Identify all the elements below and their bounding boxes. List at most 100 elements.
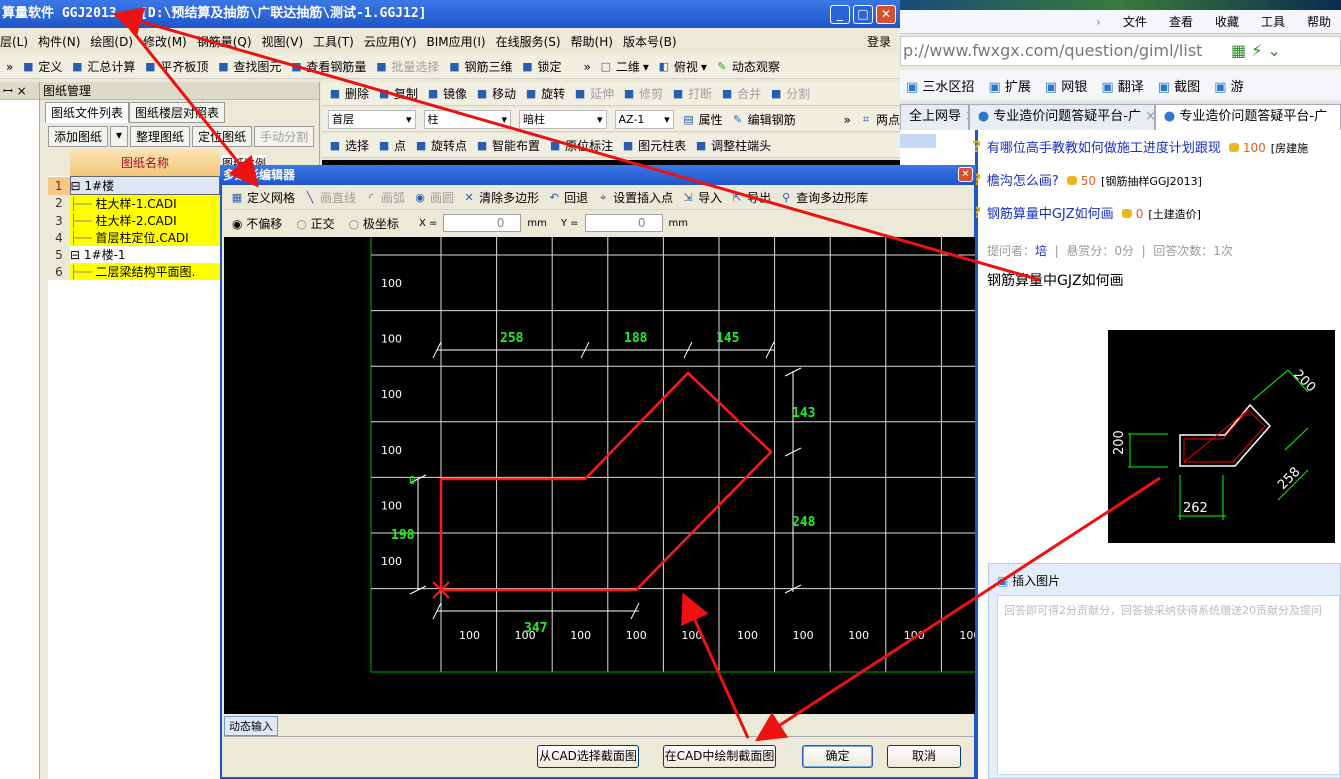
bookmark-item[interactable]: ▣ 扩展 [988, 76, 1030, 95]
menu-item[interactable]: 在线服务(S) [496, 33, 561, 50]
polygon-canvas[interactable]: 100 100 100 100 100 100 100 100 100 100 100 100 100 1… [224, 237, 975, 714]
menu-item[interactable]: 视图(V) [262, 33, 304, 50]
toolbar-button[interactable]: ■ 延伸 [573, 85, 614, 102]
toolbar-button[interactable]: ■ 旋转点 [414, 137, 467, 154]
two-points-button[interactable]: ⌗ 两点 [859, 111, 900, 128]
tool-undo-button[interactable]: ↶ 回退 [547, 189, 588, 206]
dialog-close-button[interactable]: ✕ [958, 167, 973, 182]
toolbar-button[interactable]: ■ 点 [377, 137, 406, 154]
toolbar-button[interactable]: ■ 旋转 [524, 85, 565, 102]
manual-split-button[interactable]: 手动分割 [254, 126, 315, 147]
close-tab-icon[interactable]: × [1141, 109, 1154, 124]
tool-x-button[interactable]: ✕ 清除多边形 [462, 189, 539, 206]
toolbar-button[interactable]: ■ 分割 [769, 85, 810, 102]
toolbar-button[interactable]: ■ 图元柱表 [621, 137, 686, 154]
menu-item[interactable]: 云应用(Y) [364, 33, 417, 50]
selector-dropdown[interactable]: 首层 ▾ [328, 110, 416, 129]
collapse-icon[interactable]: ⊟ [71, 179, 85, 193]
add-drawing-button[interactable]: 添加图纸 [48, 126, 109, 147]
menu-item[interactable]: 版本号(B) [623, 33, 677, 50]
menu-item[interactable]: 帮助(H) [571, 33, 613, 50]
table-row[interactable]: 6 ├── 二层梁结构平面图. [48, 263, 220, 280]
answer-textarea[interactable]: 回答即可得2分贡献分，回答被采纳获得系统赠送20贡献分及提问 [997, 595, 1340, 775]
selector-dropdown[interactable]: 暗柱 ▾ [519, 110, 607, 129]
view-2d-select[interactable]: □ 二维 ▾ [599, 58, 649, 75]
address-bar[interactable]: p://www.fwxgx.com/question/giml/list ▦ ⚡ … [900, 36, 1341, 66]
tool-circle-button[interactable]: ◉ 画圆 [413, 189, 454, 206]
toolbar-button[interactable]: ■ 批量选择 [374, 58, 439, 75]
menu-item[interactable]: 钢筋量(Q) [197, 33, 252, 50]
tool-insert-point-button[interactable]: ⌖ 设置插入点 [596, 189, 673, 206]
toolbar-button[interactable]: ■ 合并 [720, 85, 761, 102]
login-link[interactable]: 登录 [867, 33, 891, 50]
question-link[interactable]: 檐沟怎么画? [987, 174, 1059, 189]
dynamic-input-toggle[interactable]: 动态输入 [224, 716, 278, 736]
toolbar-button[interactable]: ■ 调整柱端头 [694, 137, 771, 154]
tab-floor-map[interactable]: 图纸楼层对照表 [129, 102, 226, 123]
browser-menu-item[interactable]: 文件 [1123, 13, 1147, 30]
menu-item[interactable]: BIM应用(I) [427, 33, 486, 50]
table-row[interactable]: 3 ├── 柱大样-2.CADI [48, 212, 220, 229]
toolbar-button[interactable]: ■ 修剪 [622, 85, 663, 102]
tool-arc-button[interactable]: ◜ 画弧 [364, 189, 405, 206]
question-link[interactable]: 钢筋算量中GJZ如何画 [987, 207, 1114, 222]
bookmark-item[interactable]: ▣ 翻译 [1101, 76, 1143, 95]
url-text[interactable]: p://www.fwxgx.com/question/giml/list [903, 41, 1202, 60]
table-row[interactable]: 1 ⊟ 1#楼 [48, 176, 220, 195]
x-input[interactable]: 0 [443, 214, 522, 232]
tool-grid-button[interactable]: ▦ 定义网格 [230, 189, 295, 206]
tool-line-button[interactable]: ╲ 画直线 [303, 189, 356, 206]
table-row[interactable]: 2 ├── 柱大样-1.CADI [48, 194, 220, 212]
maximize-button[interactable]: □ [853, 5, 873, 24]
tool-import-button[interactable]: ⇲ 导入 [681, 189, 723, 206]
browser-tab[interactable]: 全上网导 × [900, 104, 969, 130]
draw-in-cad-button[interactable]: 在CAD中绘制截面图 [663, 745, 776, 768]
toolbar-button[interactable]: ■ 锁定 [520, 58, 561, 75]
toolbar-button[interactable]: ■ 镜像 [426, 85, 467, 102]
menu-item[interactable]: 层(L) [0, 33, 28, 50]
ok-button[interactable]: 确定 [802, 745, 873, 768]
toolbar-button[interactable]: ■ 复制 [377, 85, 418, 102]
minimize-button[interactable]: _ [830, 5, 850, 24]
properties-button[interactable]: ▤ 属性 [682, 111, 722, 128]
close-button[interactable]: ✕ [876, 5, 896, 24]
tool-search-button[interactable]: ⚲ 查询多边形库 [779, 189, 868, 206]
toolbar-button[interactable]: ■ 查找图元 [216, 58, 281, 75]
browser-menu-item[interactable]: 收藏 [1215, 13, 1239, 30]
toolbar-button[interactable]: ■ 平齐板顶 [143, 58, 208, 75]
bookmark-item[interactable]: ▣ 三水区招 [906, 76, 974, 95]
close-tab-icon[interactable]: × [961, 109, 968, 124]
table-row[interactable]: 5 ⊟ 1#楼-1 [48, 246, 220, 263]
mode-radio-polar[interactable]: ○ 极坐标 [349, 215, 399, 232]
toolbar-button[interactable]: ■ 选择 [328, 137, 369, 154]
polygon-drawing[interactable]: 100 100 100 100 100 100 100 100 100 100 100 100 100 1… [224, 237, 975, 714]
toolbar-button[interactable]: ■ 打断 [671, 85, 712, 102]
selector-dropdown[interactable]: 柱 ▾ [423, 110, 511, 129]
column-header-name[interactable]: 图纸名称 [70, 150, 220, 176]
organize-drawing-button[interactable]: 整理图纸 [130, 126, 191, 147]
menu-item[interactable]: 绘图(D) [90, 33, 133, 50]
toolbar-button[interactable]: ■ 钢筋三维 [447, 58, 512, 75]
toolbar-button[interactable]: ■ 移动 [475, 85, 516, 102]
cancel-button[interactable]: 取消 [887, 745, 961, 768]
table-row[interactable]: 4 ├── 首层柱定位.CADI [48, 229, 220, 246]
tab-file-list[interactable]: 图纸文件列表 [45, 102, 130, 123]
asker-link[interactable]: 培 [1035, 244, 1047, 258]
insert-image-button[interactable]: ▣ 插入图片 [989, 564, 1340, 589]
bookmark-item[interactable]: ▣ 网银 [1045, 76, 1087, 95]
collapse-icon[interactable]: ⊟ [70, 248, 84, 262]
browser-tab[interactable]: ● 专业造价问题答疑平台-广 × [968, 104, 1155, 130]
locate-drawing-button[interactable]: 定位图纸 [192, 126, 253, 147]
bookmark-item[interactable]: ▣ 截图 [1158, 76, 1200, 95]
tool-export-button[interactable]: ⇱ 导出 [730, 189, 772, 206]
toolbar-button[interactable]: ■ 查看钢筋量 [289, 58, 366, 75]
toolbar-button[interactable]: ■ 原位标注 [548, 137, 613, 154]
toolbar-button[interactable]: ■ 智能布置 [475, 137, 540, 154]
browser-tab[interactable]: ● 专业造价问题答疑平台-广 [1154, 104, 1341, 130]
menu-item[interactable]: 工具(T) [313, 33, 354, 50]
mode-radio-no-offset[interactable]: ◉ 不偏移 [232, 215, 282, 232]
question-link[interactable]: 有哪位高手教教如何做施工进度计划跟现 [987, 141, 1221, 156]
view-top-select[interactable]: ◧ 俯视 ▾ [657, 58, 707, 75]
menu-item[interactable]: 修改(M) [143, 33, 187, 50]
browser-menu-item[interactable]: 工具 [1261, 13, 1285, 30]
